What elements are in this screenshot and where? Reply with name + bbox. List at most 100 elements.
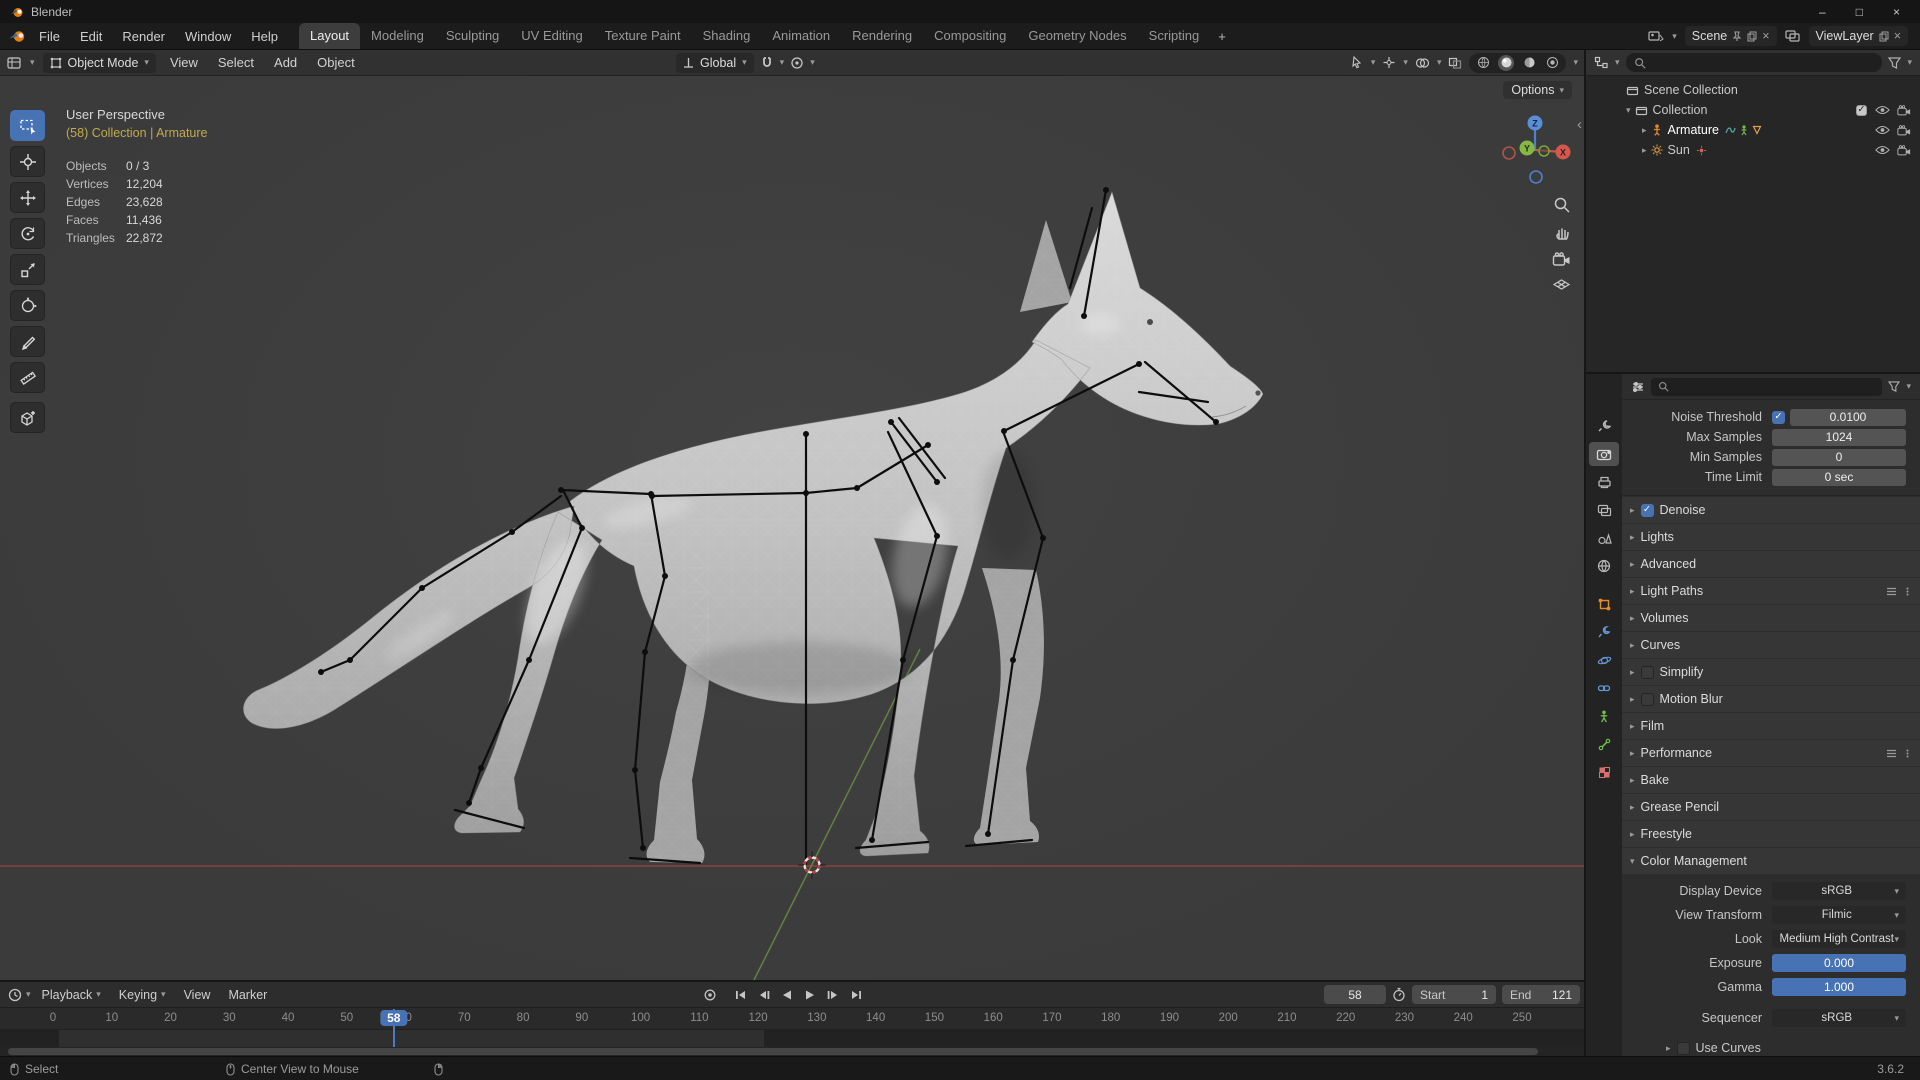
tool-measure[interactable] [10,362,45,393]
scene-selector[interactable]: Scene × [1685,26,1777,46]
noise-threshold-checkbox[interactable]: ✓ [1772,411,1785,424]
hide-eye-icon[interactable] [1872,105,1893,116]
menu-playback[interactable]: Playback▾ [35,988,108,1002]
fox-model[interactable] [243,192,1263,863]
menu-file[interactable]: File [30,26,69,47]
auto-keying-icon[interactable] [700,986,720,1004]
shading-material-icon[interactable] [1521,55,1537,71]
blender-logo-icon[interactable] [8,29,26,43]
proportional-editing-icon[interactable] [790,56,804,70]
outliner-row-sun[interactable]: ▸ Sun [1586,140,1920,160]
panel-light-paths[interactable]: ▸ Light Paths [1622,578,1920,604]
tab-sculpting[interactable]: Sculpting [435,23,510,49]
outliner-search-input[interactable] [1626,53,1883,72]
chevron-down-icon[interactable]: ▾ [26,990,31,999]
panel-menu-icon[interactable] [1903,587,1912,596]
chevron-down-icon[interactable]: ▾ [1437,58,1442,67]
stopwatch-icon[interactable] [1392,987,1406,1002]
panel-volumes[interactable]: ▸ Volumes [1622,605,1920,631]
chevron-down-icon[interactable]: ▾ [1573,58,1578,67]
minimize-button[interactable]: – [1819,5,1826,19]
collection-checkbox[interactable]: ✓ [1856,105,1867,116]
jump-to-start-button[interactable] [731,986,751,1004]
previous-keyframe-button[interactable] [754,986,774,1004]
tab-modeling[interactable]: Modeling [360,23,435,49]
tab-uv-editing[interactable]: UV Editing [510,23,593,49]
tab-rendering[interactable]: Rendering [841,23,923,49]
gamma-slider[interactable]: 1.000 [1772,978,1906,996]
chevron-down-icon[interactable]: ▾ [1906,382,1911,391]
denoise-checkbox[interactable]: ✓ [1641,504,1654,517]
camera-view-icon[interactable] [1552,252,1571,267]
properties-tab-constraints-icon[interactable] [1589,676,1619,700]
panel-simplify[interactable]: ▸ Simplify [1622,659,1920,685]
menu-window[interactable]: Window [176,26,240,47]
timeline-track[interactable] [0,1030,1584,1047]
menu-add[interactable]: Add [268,55,303,70]
panel-freestyle[interactable]: ▸ Freestyle [1622,821,1920,847]
view-layer-browse-icon[interactable] [1785,30,1801,43]
sequencer-dropdown[interactable]: sRGB▾ [1772,1009,1906,1027]
menu-render[interactable]: Render [113,26,174,47]
panel-performance[interactable]: ▸ Performance [1622,740,1920,766]
selectability-dropdown-icon[interactable] [1350,56,1364,69]
scene-browse-icon[interactable] [1648,30,1664,43]
properties-tab-output-icon[interactable] [1589,470,1619,494]
menu-help[interactable]: Help [242,26,287,47]
editor-type-viewport-icon[interactable] [6,56,22,70]
shading-rendered-icon[interactable] [1544,55,1560,71]
tool-select-box[interactable] [10,110,45,141]
outliner-row-armature[interactable]: ▸ Armature [1586,120,1920,140]
gizmos-toggle-icon[interactable] [1382,56,1396,69]
tool-cursor[interactable] [10,146,45,177]
maximize-button[interactable]: □ [1856,5,1863,19]
viewport-canvas[interactable]: User Perspective (58) Collection | Armat… [0,76,1584,980]
menu-marker[interactable]: Marker [221,988,274,1002]
menu-view[interactable]: View [177,988,218,1002]
sidebar-toggle-icon[interactable]: ‹ [1577,116,1582,133]
expand-icon[interactable]: ▸ [1642,126,1647,135]
view-transform-dropdown[interactable]: Filmic▾ [1772,906,1906,924]
expand-icon[interactable]: ▾ [1626,106,1631,115]
playhead-badge[interactable]: 58 [380,1010,407,1026]
properties-tab-physics-icon[interactable] [1589,648,1619,672]
tab-scripting[interactable]: Scripting [1138,23,1211,49]
tab-animation[interactable]: Animation [761,23,841,49]
properties-tab-world-icon[interactable] [1589,554,1619,578]
gizmo-axis-neg-x[interactable] [1503,147,1515,159]
time-limit-field[interactable]: 0 sec [1772,469,1906,486]
panel-motion-blur[interactable]: ▸ Motion Blur [1622,686,1920,712]
tool-transform[interactable] [10,290,45,321]
chevron-down-icon[interactable]: ▾ [1403,58,1408,67]
expand-icon[interactable]: ▸ [1642,146,1647,155]
chevron-down-icon[interactable]: ▾ [810,58,815,67]
pan-hand-icon[interactable] [1553,224,1571,242]
frame-start-field[interactable]: Start1 [1412,985,1496,1004]
panel-advanced[interactable]: ▸ Advanced [1622,551,1920,577]
shading-solid-icon[interactable] [1498,55,1514,71]
disable-render-camera-icon[interactable] [1893,125,1914,136]
editor-type-properties-icon[interactable] [1631,381,1645,393]
preset-icon[interactable] [1886,749,1897,758]
disable-render-camera-icon[interactable] [1893,145,1914,156]
panel-curves[interactable]: ▸ Curves [1622,632,1920,658]
panel-film[interactable]: ▸ Film [1622,713,1920,739]
chevron-down-icon[interactable]: ▾ [1907,58,1912,67]
shading-wireframe-icon[interactable] [1475,55,1491,71]
menu-keying[interactable]: Keying▾ [112,988,173,1002]
properties-tab-texture-icon[interactable] [1589,760,1619,784]
view-layer-selector[interactable]: ViewLayer × [1809,26,1908,46]
chevron-down-icon[interactable]: ▾ [1371,58,1376,67]
panel-denoise[interactable]: ▸ ✓ Denoise [1622,497,1920,523]
overlays-toggle-icon[interactable] [1415,57,1430,69]
chevron-down-icon[interactable]: ▾ [1672,32,1677,41]
use-curves-checkbox[interactable] [1677,1042,1690,1055]
preset-icon[interactable] [1886,587,1897,596]
play-reverse-button[interactable] [777,986,797,1004]
tab-texture-paint[interactable]: Texture Paint [594,23,692,49]
panel-grease-pencil[interactable]: ▸ Grease Pencil [1622,794,1920,820]
navigation-gizmo[interactable]: X Y Z [1495,110,1575,190]
chevron-down-icon[interactable]: ▾ [30,58,35,67]
properties-tab-object-icon[interactable] [1589,592,1619,616]
tab-compositing[interactable]: Compositing [923,23,1017,49]
